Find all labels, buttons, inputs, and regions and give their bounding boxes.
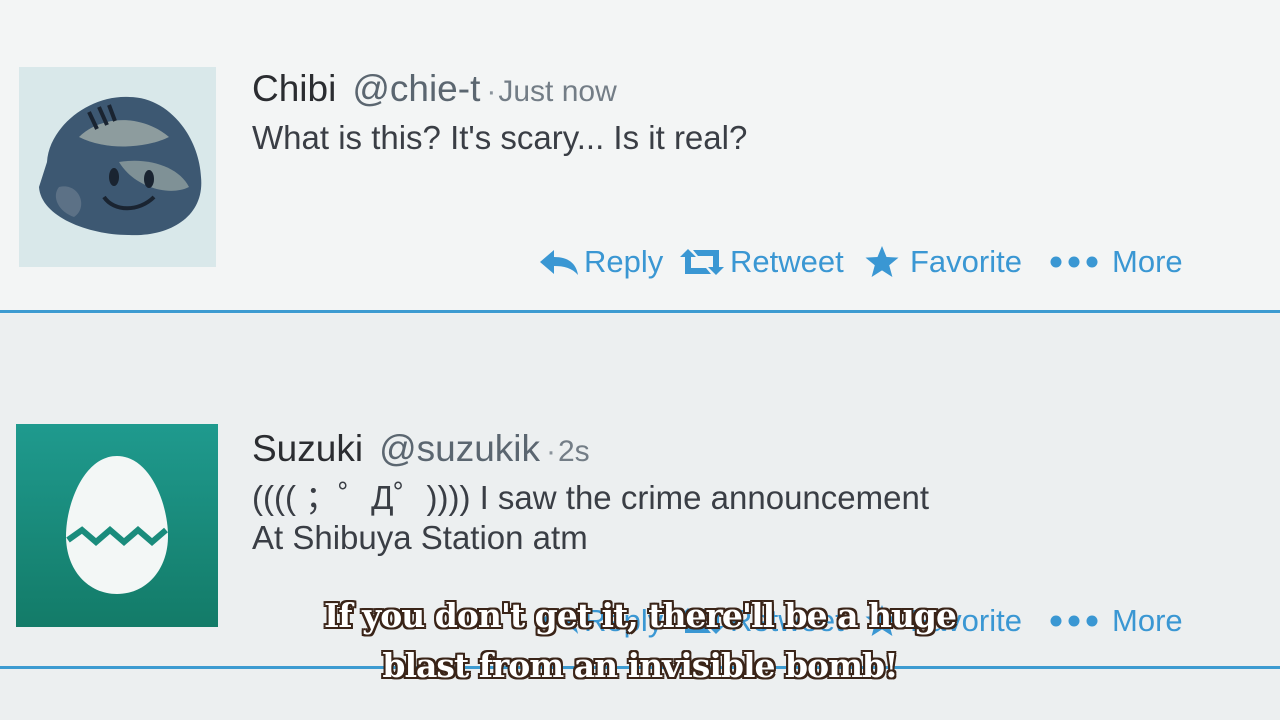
retweet-label: Retweet (730, 244, 844, 279)
divider (0, 310, 1280, 313)
separator: · (486, 75, 497, 108)
favorite-button[interactable]: Favorite (864, 242, 1022, 282)
user-name[interactable]: Suzuki (252, 428, 363, 469)
ellipsis-icon (1050, 256, 1098, 268)
reply-label: Reply (584, 244, 664, 279)
timestamp[interactable]: Just now (498, 75, 616, 108)
rock-face-avatar[interactable] (19, 67, 216, 267)
tweet-text: What is this? It's scary... Is it real? (252, 119, 748, 156)
star-icon (865, 246, 899, 277)
tweet-text-line: (((( ；゜Д゜)))) I saw the crime announceme… (252, 479, 929, 516)
retweet-icon (680, 249, 724, 275)
tweet-header: Chibi @chie-t ·Just now (252, 68, 617, 110)
timestamp[interactable]: 2s (558, 435, 590, 468)
favorite-label: Favorite (910, 244, 1022, 279)
user-handle[interactable]: @suzukik (379, 428, 540, 469)
tweet-item: Chibi @chie-t ·Just now What is this? It's… (0, 0, 1280, 312)
more-button[interactable]: More (1050, 242, 1183, 282)
separator: · (546, 435, 556, 468)
reply-button[interactable]: Reply (538, 242, 663, 282)
reply-icon (540, 250, 578, 275)
subtitle-line: blast from an invisible bomb! (382, 646, 898, 685)
tweet-text-line: At Shibuya Station atm (252, 519, 588, 556)
retweet-button[interactable]: Retweet (678, 242, 844, 282)
subtitle-line: If you don't get it, there'll be a huge (323, 596, 957, 635)
tweet-header: Suzuki @suzukik ·2s (252, 428, 590, 470)
more-label: More (1112, 244, 1183, 279)
user-name[interactable]: Chibi (252, 68, 336, 109)
user-handle[interactable]: @chie-t (352, 68, 480, 109)
